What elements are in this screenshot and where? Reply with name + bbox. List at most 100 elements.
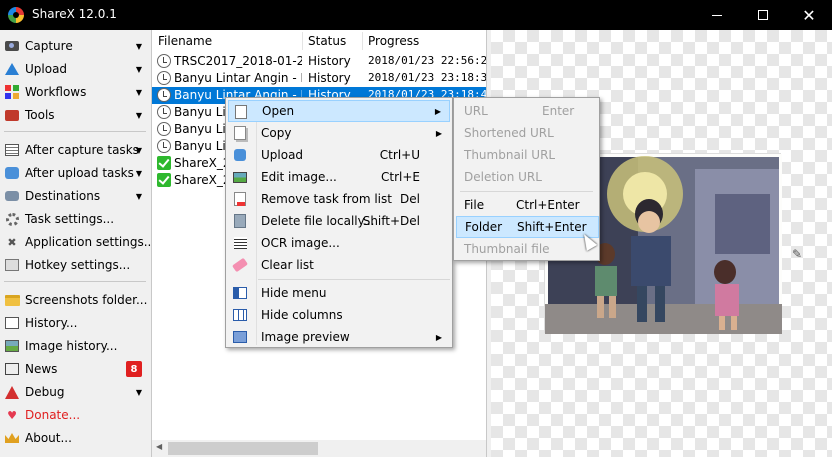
hide-menu-icon — [232, 285, 248, 301]
menu-item-edit-image[interactable]: Edit image... Ctrl+E — [228, 166, 450, 188]
sidebar-item-label: Task settings... — [25, 212, 115, 226]
sidebar-item-label: Capture — [25, 39, 73, 53]
menu-item-remove-task[interactable]: Remove task from list Del — [228, 188, 450, 210]
sharex-logo-icon — [8, 7, 24, 23]
column-header-filename[interactable]: Filename — [158, 34, 212, 48]
row-progress: 2018/01/23 22:56:21 — [368, 54, 487, 67]
sidebar-item-image-history[interactable]: Image history... — [4, 335, 146, 357]
menu-item-label: Image preview — [261, 330, 350, 344]
image-icon — [4, 338, 20, 354]
sidebar-item-after-capture-tasks[interactable]: After capture tasks ▼ — [4, 139, 146, 161]
sidebar-item-label: Destinations — [25, 189, 101, 203]
menu-item-label: Edit image... — [261, 170, 337, 184]
sidebar-item-label: Application settings... — [25, 235, 156, 249]
column-header-status[interactable]: Status — [308, 34, 346, 48]
sidebar-item-capture[interactable]: Capture ▼ — [4, 35, 146, 57]
table-row[interactable]: TRSC2017_2018-01-23... History 2018/01/2… — [152, 53, 487, 70]
server-icon — [4, 188, 20, 204]
sidebar-item-application-settings[interactable]: ✖ Application settings... — [4, 231, 155, 253]
column-header-progress[interactable]: Progress — [368, 34, 419, 48]
menu-item-clear-list[interactable]: Clear list — [228, 254, 450, 276]
sidebar-item-debug[interactable]: Debug ▼ — [4, 381, 146, 403]
chevron-down-icon: ▼ — [135, 191, 142, 201]
sidebar-item-label: After capture tasks — [25, 143, 139, 157]
chevron-down-icon: ▼ — [135, 64, 142, 74]
history-icon — [4, 315, 20, 331]
sidebar-item-screenshots-folder[interactable]: Screenshots folder... — [4, 289, 148, 311]
chevron-down-icon: ▼ — [135, 168, 142, 178]
sidebar-item-news[interactable]: News 8 — [4, 358, 146, 380]
maximize-icon — [758, 10, 768, 20]
submenu-item-thumbnail-url[interactable]: Thumbnail URL — [456, 144, 599, 166]
sidebar-item-label: News — [25, 362, 58, 376]
menu-item-copy[interactable]: Copy ▶ — [228, 122, 450, 144]
bug-icon — [4, 384, 20, 400]
upload-arrow-icon — [4, 61, 20, 77]
row-filename: TRSC2017_2018-01-23... — [174, 54, 302, 68]
sidebar-item-label: Image history... — [25, 339, 118, 353]
sidebar-item-tools[interactable]: Tools ▼ — [4, 104, 146, 126]
menu-item-label: Hide menu — [261, 286, 327, 300]
menu-item-image-preview[interactable]: Image preview ▶ — [228, 326, 450, 348]
eraser-icon — [231, 257, 249, 273]
menu-item-label: Thumbnail file — [464, 242, 550, 256]
copy-icon — [232, 125, 248, 141]
menu-item-label: Shortened URL — [464, 126, 554, 140]
clock-icon — [157, 71, 171, 85]
sidebar-item-upload[interactable]: Upload ▼ — [4, 58, 146, 80]
menu-item-upload[interactable]: Upload Ctrl+U — [228, 144, 450, 166]
maximize-button[interactable] — [740, 0, 786, 30]
check-icon — [157, 156, 171, 170]
wrench-icon: ✖ — [7, 235, 17, 249]
minimize-button[interactable] — [694, 0, 740, 30]
submenu-item-thumbnail-file[interactable]: Thumbnail file — [456, 238, 599, 260]
column-divider[interactable] — [302, 32, 303, 50]
submenu-item-deletion-url[interactable]: Deletion URL — [456, 166, 599, 188]
gear-icon — [4, 211, 20, 227]
keyboard-icon — [4, 257, 20, 273]
menu-item-label: File — [464, 198, 485, 212]
menu-item-label: Open — [262, 104, 295, 118]
minimize-icon — [712, 14, 722, 16]
menu-item-shortcut: Del — [400, 192, 420, 206]
scroll-left-icon[interactable]: ◀ — [156, 442, 162, 451]
sidebar-divider — [4, 281, 146, 282]
table-row[interactable]: Banyu Lintar Angin - L... History 2018/0… — [152, 70, 486, 87]
submenu-arrow-icon: ▶ — [435, 332, 442, 342]
delete-file-icon — [232, 213, 248, 229]
sidebar-item-workflows[interactable]: Workflows ▼ — [4, 81, 146, 103]
menu-item-delete-file[interactable]: Delete file locally... Shift+Del — [228, 210, 450, 232]
sidebar-item-destinations[interactable]: Destinations ▼ — [4, 185, 146, 207]
sidebar-item-label: Screenshots folder... — [25, 293, 148, 307]
scrollbar-thumb[interactable] — [168, 442, 318, 455]
submenu-item-file[interactable]: File Ctrl+Enter — [456, 194, 599, 216]
chevron-down-icon: ▼ — [135, 41, 142, 51]
column-divider[interactable] — [362, 32, 363, 50]
menu-item-shortcut: Shift+Del — [362, 214, 420, 228]
submenu-item-folder[interactable]: Folder Shift+Enter — [456, 216, 599, 238]
menu-item-label: Delete file locally... — [261, 214, 375, 228]
menu-item-ocr-image[interactable]: OCR image... — [228, 232, 450, 254]
ocr-icon — [232, 235, 248, 251]
submenu-item-url[interactable]: URL Enter — [456, 100, 599, 122]
crown-icon — [4, 430, 20, 446]
sidebar-item-hotkey-settings[interactable]: Hotkey settings... — [4, 254, 146, 276]
sidebar-item-donate[interactable]: ♥ Donate... — [4, 404, 146, 426]
submenu-item-shortened-url[interactable]: Shortened URL — [456, 122, 599, 144]
menu-item-label: Hide columns — [261, 308, 343, 322]
menu-item-open[interactable]: Open ▶ — [228, 100, 450, 122]
columns-icon — [232, 307, 248, 323]
menu-item-shortcut: Ctrl+E — [381, 170, 420, 184]
sidebar-item-about[interactable]: About... — [4, 427, 146, 449]
sidebar-item-label: After upload tasks — [25, 166, 134, 180]
close-button[interactable]: ✕ — [786, 0, 832, 30]
menu-item-hide-menu[interactable]: Hide menu — [228, 282, 450, 304]
horizontal-scrollbar[interactable]: ◀ — [152, 440, 486, 457]
menu-item-hide-columns[interactable]: Hide columns — [228, 304, 450, 326]
sidebar-item-task-settings[interactable]: Task settings... — [4, 208, 146, 230]
sidebar-item-after-upload-tasks[interactable]: After upload tasks ▼ — [4, 162, 146, 184]
news-count-badge: 8 — [126, 361, 142, 377]
menu-item-shortcut: Ctrl+U — [379, 148, 420, 162]
sidebar-item-history[interactable]: History... — [4, 312, 146, 334]
grid-icon — [4, 84, 20, 100]
